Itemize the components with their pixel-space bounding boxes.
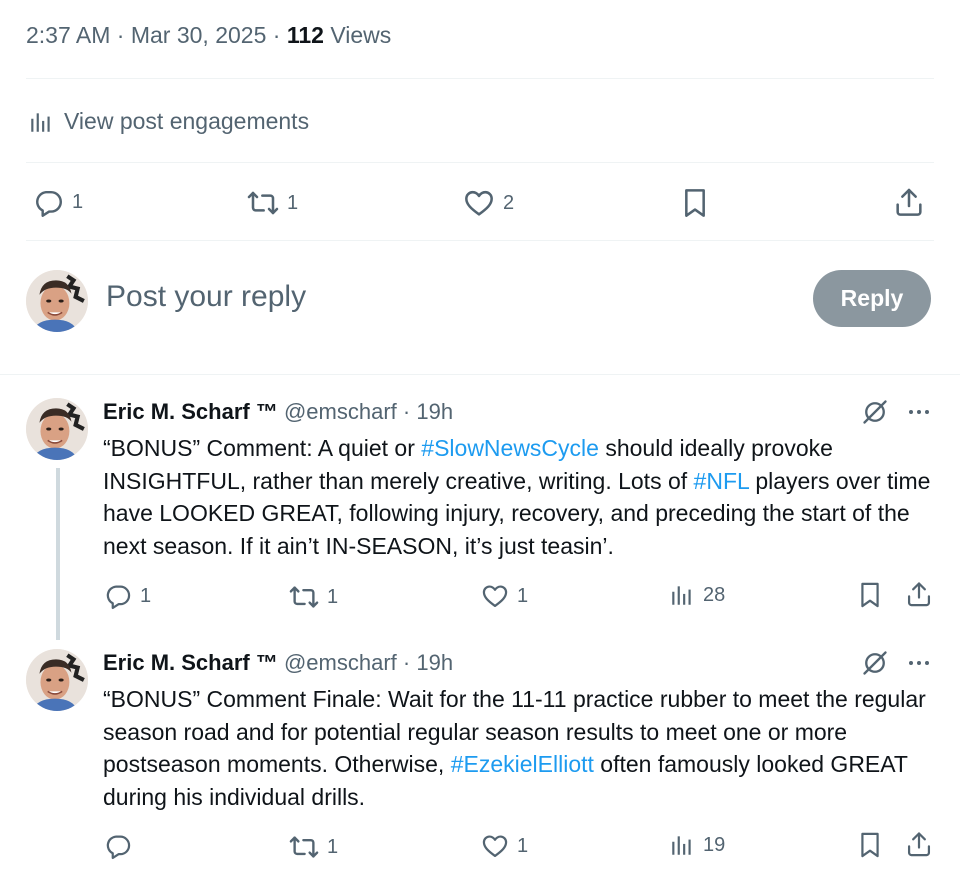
- repost-icon: [289, 832, 319, 862]
- bookmark-icon: [679, 187, 711, 219]
- like-icon: [481, 582, 509, 610]
- author-name[interactable]: Eric M. Scharf ™: [103, 399, 278, 424]
- reply-icon: [104, 582, 132, 610]
- bookmark-icon: [856, 831, 884, 859]
- like-icon: [463, 187, 495, 219]
- hashtag-link[interactable]: #SlowNewsCycle: [421, 435, 599, 461]
- repost-icon: [289, 582, 319, 612]
- hashtag-link[interactable]: #NFL: [694, 468, 749, 494]
- views-count: 112: [286, 22, 324, 48]
- views-count: 28: [703, 583, 726, 606]
- share-button[interactable]: [905, 580, 933, 608]
- post-text: “BONUS” Comment: A quiet or #SlowNewsCyc…: [103, 435, 931, 559]
- share-icon: [905, 830, 933, 858]
- views-button[interactable]: 19: [669, 832, 725, 858]
- post-date[interactable]: Mar 30, 2025: [131, 22, 267, 48]
- repost-count: 1: [327, 585, 339, 608]
- repost-button[interactable]: 1: [247, 187, 298, 219]
- divider: [26, 162, 934, 163]
- views-label: Views: [323, 22, 392, 48]
- reply-button[interactable]: 1: [33, 187, 83, 218]
- reply-input[interactable]: Post your reply: [106, 280, 306, 314]
- like-button[interactable]: 1: [481, 832, 528, 860]
- bar-chart-icon: [669, 582, 695, 608]
- like-button[interactable]: 1: [481, 582, 528, 610]
- post-time[interactable]: 19h: [416, 399, 453, 424]
- bookmark-button[interactable]: [679, 187, 711, 219]
- post-time[interactable]: 19h: [416, 650, 453, 675]
- reply-count: 1: [140, 584, 152, 607]
- views-button[interactable]: 28: [669, 582, 725, 608]
- share-icon: [893, 186, 925, 218]
- like-icon: [481, 832, 509, 860]
- divider: [26, 78, 934, 79]
- reply-icon: [33, 187, 64, 218]
- repost-icon: [247, 187, 279, 219]
- author-name[interactable]: Eric M. Scharf ™: [103, 650, 278, 675]
- bookmark-button[interactable]: [856, 831, 884, 859]
- reply-button[interactable]: 1: [104, 582, 151, 610]
- avatar[interactable]: [26, 398, 88, 460]
- post-time[interactable]: 2:37 AM: [26, 22, 110, 48]
- bookmark-icon: [856, 581, 884, 609]
- grok-icon[interactable]: [861, 398, 889, 426]
- avatar[interactable]: [26, 649, 88, 711]
- avatar[interactable]: [26, 270, 88, 332]
- divider: [0, 374, 960, 375]
- bar-chart-icon: [669, 832, 695, 858]
- view-engagements-link[interactable]: View post engagements: [28, 108, 309, 135]
- bar-chart-icon: [28, 109, 54, 135]
- bookmark-button[interactable]: [856, 581, 884, 609]
- reply-icon: [104, 832, 132, 860]
- share-icon: [905, 580, 933, 608]
- share-button[interactable]: [905, 830, 933, 858]
- reply-submit-button[interactable]: Reply: [813, 270, 931, 327]
- reply-button[interactable]: [104, 832, 140, 860]
- repost-button[interactable]: 1: [289, 832, 338, 862]
- divider: [26, 240, 934, 241]
- share-button[interactable]: [893, 186, 925, 218]
- more-icon[interactable]: [909, 410, 929, 414]
- repost-count: 1: [327, 835, 339, 858]
- post-header: Eric M. Scharf ™ @emscharf · 19h: [103, 650, 454, 675]
- repost-button[interactable]: 1: [289, 582, 338, 612]
- author-handle[interactable]: @emscharf: [284, 399, 397, 424]
- like-count: 1: [517, 584, 529, 607]
- post-text: “BONUS” Comment Finale: Wait for the 11-…: [103, 686, 926, 810]
- like-button[interactable]: 2: [463, 187, 514, 219]
- like-count: 2: [503, 191, 515, 214]
- hashtag-link[interactable]: #EzekielElliott: [451, 751, 594, 777]
- reply-count: 1: [72, 191, 84, 213]
- post-header-actions: [861, 398, 929, 426]
- view-engagements-label: View post engagements: [64, 108, 310, 134]
- post-header-actions: [861, 649, 929, 677]
- views-count: 19: [703, 833, 726, 856]
- author-handle[interactable]: @emscharf: [284, 650, 397, 675]
- post-header: Eric M. Scharf ™ @emscharf · 19h: [103, 399, 454, 424]
- like-count: 1: [517, 834, 529, 857]
- more-icon[interactable]: [909, 661, 929, 665]
- grok-icon[interactable]: [861, 649, 889, 677]
- post-meta: 2:37 AM · Mar 30, 2025 · 112 Views: [26, 22, 392, 48]
- thread-connector: [56, 468, 60, 640]
- repost-count: 1: [287, 191, 299, 214]
